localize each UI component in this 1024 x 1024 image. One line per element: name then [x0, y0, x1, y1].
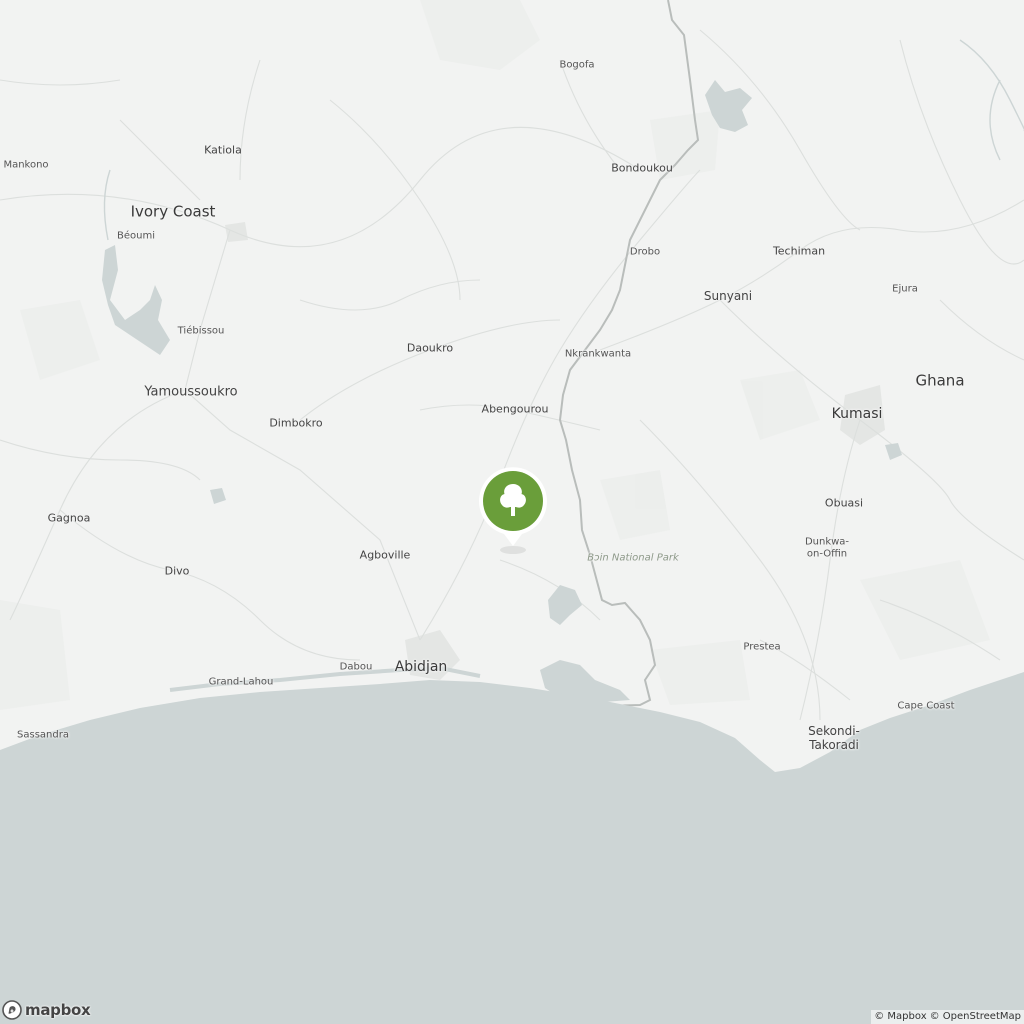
map-canvas[interactable]: Ivory Coast Ghana Abidjan Kumasi Yamouss…	[0, 0, 1024, 1024]
label-tiebissou: Tiébissou	[177, 325, 225, 337]
label-grand-lahou: Grand-Lahou	[208, 676, 274, 688]
label-ejura: Ejura	[892, 283, 918, 295]
label-abengourou: Abengourou	[481, 402, 549, 416]
mapbox-logo-text: mapbox	[25, 1001, 91, 1019]
label-dunkwa: Dunkwa- on-Offin	[804, 536, 850, 560]
label-ghana: Ghana	[915, 371, 965, 390]
label-obuasi: Obuasi	[824, 496, 864, 510]
label-cape-coast: Cape Coast	[897, 700, 955, 712]
label-abidjan: Abidjan	[394, 658, 448, 675]
location-marker[interactable]	[476, 464, 550, 558]
label-mankono: Mankono	[3, 159, 49, 171]
attribution: © Mapbox © OpenStreetMap	[871, 1010, 1024, 1024]
label-sunyani: Sunyani	[703, 289, 753, 304]
label-ivory-coast: Ivory Coast	[130, 202, 216, 221]
label-divo: Divo	[164, 564, 190, 578]
label-drobo: Drobo	[629, 246, 661, 258]
label-katiola: Katiola	[204, 143, 242, 157]
attribution-osm-link[interactable]: © OpenStreetMap	[930, 1011, 1021, 1022]
label-agboville: Agboville	[359, 548, 411, 562]
mapbox-logo-icon	[2, 1000, 22, 1020]
label-nkrankwanta: Nkrankwanta	[564, 348, 632, 360]
label-kumasi: Kumasi	[831, 405, 883, 422]
label-bia-national-park: Bɔin National Park	[587, 552, 679, 564]
label-bogofa: Bogofa	[559, 59, 595, 71]
label-prestea: Prestea	[743, 641, 781, 653]
label-sekondi-takoradi: Sekondi- Takoradi	[808, 724, 860, 752]
label-bondoukou: Bondoukou	[611, 161, 673, 175]
label-yamoussoukro: Yamoussoukro	[144, 384, 238, 400]
tree-icon	[479, 467, 547, 554]
label-beoumi: Béoumi	[117, 230, 155, 242]
label-gagnoa: Gagnoa	[47, 511, 91, 525]
attribution-mapbox-link[interactable]: © Mapbox	[874, 1011, 926, 1022]
mapbox-logo[interactable]: mapbox	[2, 1000, 91, 1020]
label-sassandra: Sassandra	[17, 729, 69, 741]
label-daoukro: Daoukro	[406, 341, 454, 355]
label-techiman: Techiman	[772, 244, 826, 258]
label-dabou: Dabou	[339, 661, 373, 673]
label-dimbokro: Dimbokro	[269, 416, 323, 430]
